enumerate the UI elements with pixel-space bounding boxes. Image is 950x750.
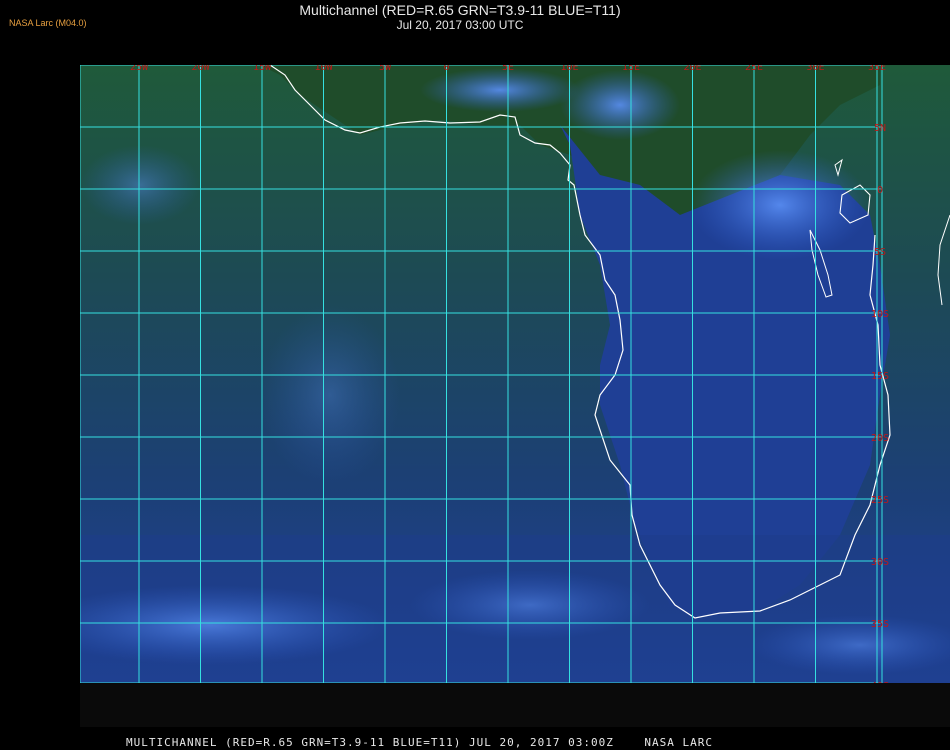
cloud-cluster	[690, 150, 870, 260]
source-label: NASA Larc (M04.0)	[9, 18, 87, 28]
image-title: Multichannel (RED=R.65 GRN=T3.9-11 BLUE=…	[299, 2, 621, 18]
latitude-label: 30S	[871, 557, 889, 568]
image-timestamp: Jul 20, 2017 03:00 UTC	[396, 18, 524, 32]
longitude-label: 10E	[560, 65, 578, 73]
latitude-label: 25S	[871, 495, 889, 506]
latitude-label: 15S	[871, 371, 889, 382]
longitude-label: 25E	[745, 65, 763, 73]
longitude-label: 0	[443, 65, 449, 73]
longitude-label: 30E	[806, 65, 824, 73]
latitude-label: 5N	[874, 123, 886, 134]
longitude-label: 35E	[868, 65, 886, 73]
latitude-label: 20S	[871, 433, 889, 444]
cloud-cluster	[560, 70, 680, 140]
latitude-label: 0	[877, 185, 883, 196]
longitude-label: 20W	[191, 65, 210, 73]
cloud-cluster	[260, 305, 400, 485]
cloud-cluster	[420, 68, 580, 112]
longitude-label: 25W	[130, 65, 149, 73]
latitude-label: 10S	[871, 309, 889, 320]
longitude-label: 10W	[314, 65, 333, 73]
footer-caption: MULTICHANNEL (RED=R.65 GRN=T3.9-11 BLUE=…	[126, 736, 713, 749]
cloud-cluster	[80, 145, 200, 225]
longitude-label: 20E	[683, 65, 701, 73]
latitude-label: 35S	[871, 619, 889, 630]
longitude-label: 5W	[379, 65, 392, 73]
satellite-map[interactable]: 25W 20W 15W 10W 5W 0 5E 10E 15E 20E 25E 30E 35E 5N 0 5…	[30, 44, 950, 727]
longitude-label: 15W	[253, 65, 272, 73]
longitude-label: 15E	[622, 65, 640, 73]
map-lower-strip	[80, 683, 950, 727]
longitude-label: 5E	[502, 65, 514, 73]
latitude-label: 5S	[874, 247, 886, 258]
